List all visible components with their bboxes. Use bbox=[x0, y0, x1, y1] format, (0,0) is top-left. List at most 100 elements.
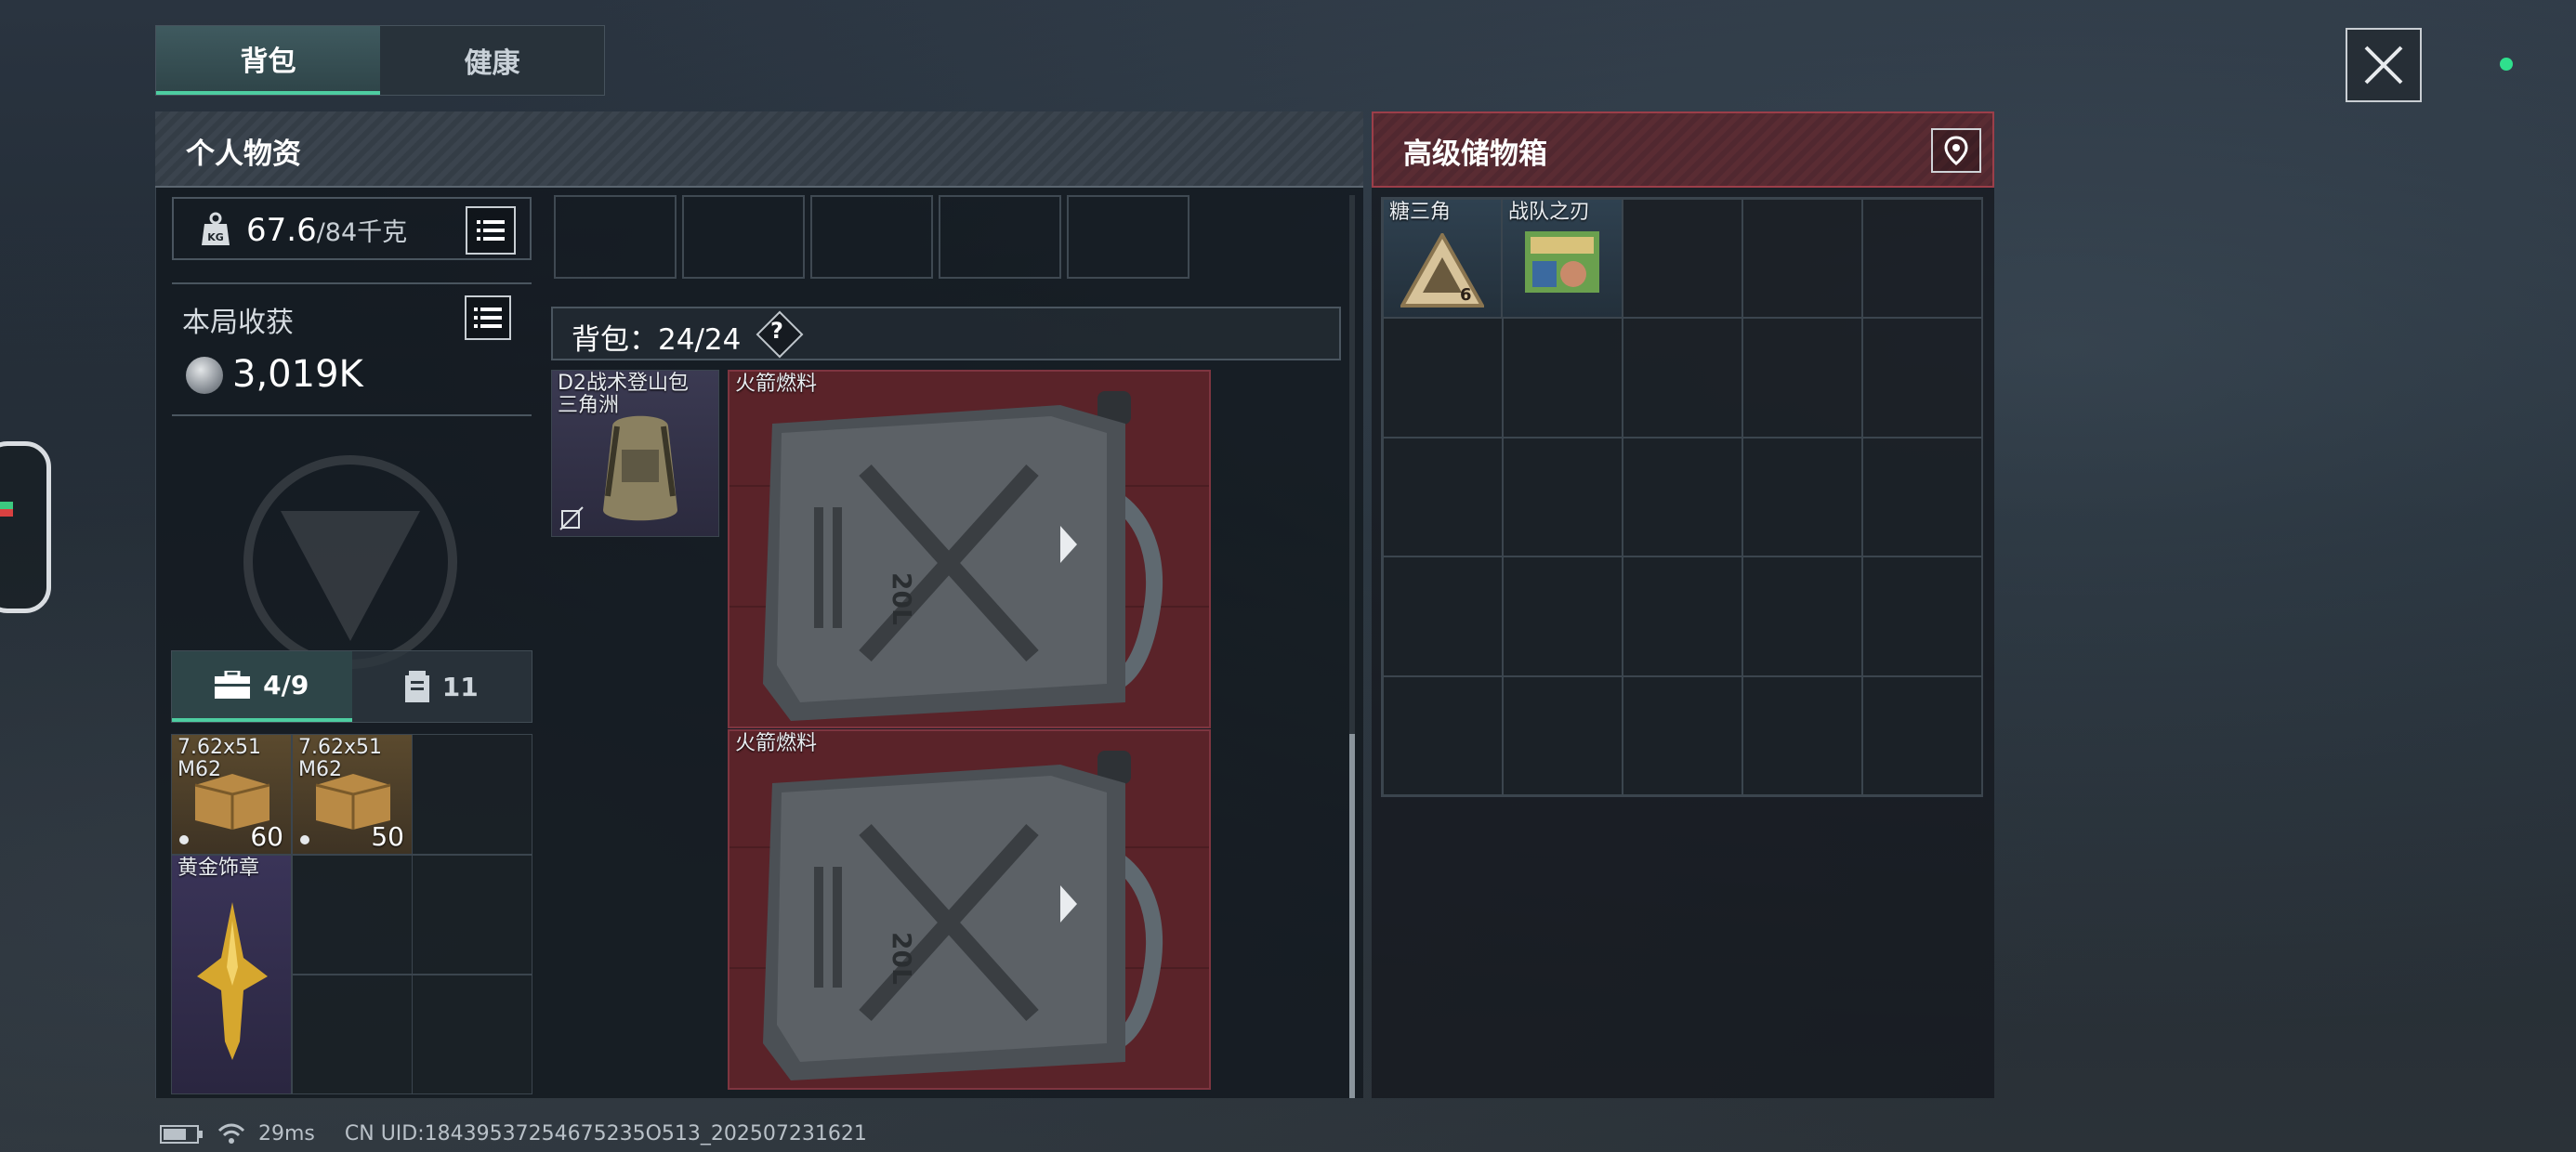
storage-item-sugar-triangle[interactable]: 6 糖三角 bbox=[1383, 199, 1502, 318]
storage-slot[interactable] bbox=[1623, 199, 1742, 319]
storage-slot[interactable] bbox=[1503, 556, 1623, 676]
weight-list-button[interactable] bbox=[466, 206, 516, 255]
svg-text:6: 6 bbox=[1460, 285, 1472, 305]
uid-text: CN UID:18439537254675235O513_20250723162… bbox=[344, 1122, 867, 1145]
harvest-value: 3,019K bbox=[232, 353, 363, 396]
pocket-slot-empty[interactable] bbox=[412, 975, 532, 1094]
container-tab-bar: 4/9 11 bbox=[171, 650, 532, 723]
wifi-icon bbox=[217, 1123, 245, 1144]
equipment-slot[interactable] bbox=[939, 195, 1061, 279]
triangle-badge-icon: 6 bbox=[1400, 233, 1484, 308]
storage-slot[interactable] bbox=[1862, 318, 1982, 438]
storage-slot[interactable] bbox=[1862, 199, 1982, 319]
backpack-capacity-bar: 背包：24/24 ? bbox=[551, 307, 1341, 360]
storage-slot[interactable] bbox=[1862, 437, 1982, 557]
divider bbox=[172, 282, 532, 284]
gold-emblem-item[interactable]: 黄金饰章 bbox=[171, 855, 292, 1094]
close-button[interactable] bbox=[2346, 28, 2422, 102]
pocket-slot-empty[interactable] bbox=[412, 855, 532, 975]
item-name: 火箭燃料 bbox=[735, 373, 818, 396]
divider bbox=[172, 414, 532, 416]
list-icon bbox=[474, 308, 502, 328]
jerrycan-icon: 20L bbox=[763, 751, 1163, 1080]
svg-text:20L: 20L bbox=[887, 932, 917, 985]
backpack-item[interactable]: D2战术登山包 三角洲 bbox=[551, 370, 719, 537]
item-name: 火箭燃料 bbox=[735, 732, 818, 755]
location-pin-icon bbox=[1944, 136, 1968, 165]
personal-panel-header bbox=[155, 111, 1363, 188]
ping-text: 29ms bbox=[258, 1122, 315, 1145]
pocket-slot-empty[interactable] bbox=[292, 855, 413, 975]
personal-panel-title: 个人物资 bbox=[186, 137, 301, 171]
storage-slot[interactable] bbox=[1742, 199, 1862, 319]
tab-health[interactable]: 健康 bbox=[380, 26, 604, 95]
jerrycan-icon: 20L bbox=[763, 391, 1163, 721]
unequip-icon bbox=[559, 506, 584, 530]
pocket-grid: 7.62x51 M62 60 7.62x51 M62 50 黄金饰章 bbox=[171, 734, 532, 1094]
item-name: 7.62x51 M62 bbox=[177, 736, 261, 781]
list-icon bbox=[477, 220, 505, 241]
storage-slot[interactable] bbox=[1623, 556, 1742, 676]
tab-backpack[interactable]: 背包 bbox=[156, 26, 380, 95]
backpack-capacity: 背包：24/24 bbox=[572, 323, 742, 357]
briefcase-icon bbox=[215, 671, 251, 699]
equipment-slot[interactable] bbox=[1067, 195, 1189, 279]
weight-current: 67.6 bbox=[246, 212, 317, 249]
tab-equipment[interactable]: 4/9 bbox=[172, 651, 352, 722]
harvest-label: 本局收获 bbox=[182, 307, 294, 339]
equipment-slot[interactable] bbox=[682, 195, 805, 279]
storage-slot[interactable] bbox=[1503, 675, 1623, 795]
storage-slot[interactable] bbox=[1383, 437, 1503, 557]
safebox-icon bbox=[404, 671, 429, 702]
close-icon bbox=[2364, 46, 2403, 85]
top-tab-bar: 背包 健康 bbox=[155, 25, 605, 96]
item-name: 7.62x51 M62 bbox=[298, 736, 382, 781]
ammo-item[interactable]: 7.62x51 M62 60 bbox=[171, 734, 292, 855]
coin-icon bbox=[186, 357, 223, 394]
storage-slot[interactable] bbox=[1383, 675, 1503, 795]
storage-slot[interactable] bbox=[1862, 675, 1982, 795]
storage-slot[interactable] bbox=[1623, 675, 1742, 795]
storage-slot[interactable] bbox=[1742, 437, 1862, 557]
svg-text:20L: 20L bbox=[887, 572, 917, 625]
storage-slot[interactable] bbox=[1742, 556, 1862, 676]
storage-slot[interactable] bbox=[1742, 318, 1862, 438]
ammo-dot-icon bbox=[300, 835, 309, 844]
equipment-count: 4/9 bbox=[263, 669, 309, 700]
weight-kg-icon: KG bbox=[202, 212, 230, 245]
status-footer: 29ms CN UID:18439537254675235O513_202507… bbox=[160, 1122, 867, 1145]
storage-item-team-blade[interactable]: 战队之刃 bbox=[1502, 199, 1623, 318]
item-name: D2战术登山包 三角洲 bbox=[558, 372, 689, 417]
equipment-slot[interactable] bbox=[554, 195, 677, 279]
item-name: 战队之刃 bbox=[1508, 201, 1591, 224]
rocket-fuel-item[interactable]: 20L 火箭燃料 bbox=[728, 370, 1211, 728]
storage-slot[interactable] bbox=[1623, 318, 1742, 438]
scrollbar-thumb[interactable] bbox=[1349, 734, 1355, 1098]
storage-panel-title: 高级储物箱 bbox=[1403, 137, 1547, 171]
storage-slot[interactable] bbox=[1623, 437, 1742, 557]
storage-slot[interactable] bbox=[1503, 437, 1623, 557]
item-name: 糖三角 bbox=[1389, 201, 1452, 224]
faction-emblem-icon bbox=[243, 455, 457, 669]
storage-slot[interactable] bbox=[1383, 318, 1503, 438]
help-icon: ? bbox=[770, 318, 783, 344]
weight-box: KG 67.6/84千克 bbox=[172, 197, 532, 260]
pocket-slot-empty[interactable] bbox=[412, 734, 532, 855]
harvest-list-button[interactable] bbox=[465, 295, 511, 340]
ammo-item[interactable]: 7.62x51 M62 50 bbox=[292, 734, 413, 855]
rocket-fuel-item[interactable]: 20L 火箭燃料 bbox=[728, 729, 1211, 1090]
pocket-slot-empty[interactable] bbox=[292, 975, 413, 1094]
connection-status-dot bbox=[2500, 58, 2513, 71]
svg-text:KG: KG bbox=[207, 231, 224, 243]
weight-max: /84千克 bbox=[316, 218, 408, 247]
side-drawer-handle[interactable] bbox=[0, 441, 51, 613]
storage-slot[interactable] bbox=[1862, 556, 1982, 676]
storage-slot[interactable] bbox=[1503, 318, 1623, 438]
location-pin-button[interactable] bbox=[1931, 128, 1981, 173]
item-count: 60 bbox=[250, 821, 283, 852]
storage-slot[interactable] bbox=[1742, 675, 1862, 795]
storage-slot[interactable] bbox=[1383, 556, 1503, 676]
magazine-icon bbox=[1525, 231, 1599, 293]
equipment-slot[interactable] bbox=[810, 195, 933, 279]
tab-safebox[interactable]: 11 bbox=[352, 651, 532, 722]
